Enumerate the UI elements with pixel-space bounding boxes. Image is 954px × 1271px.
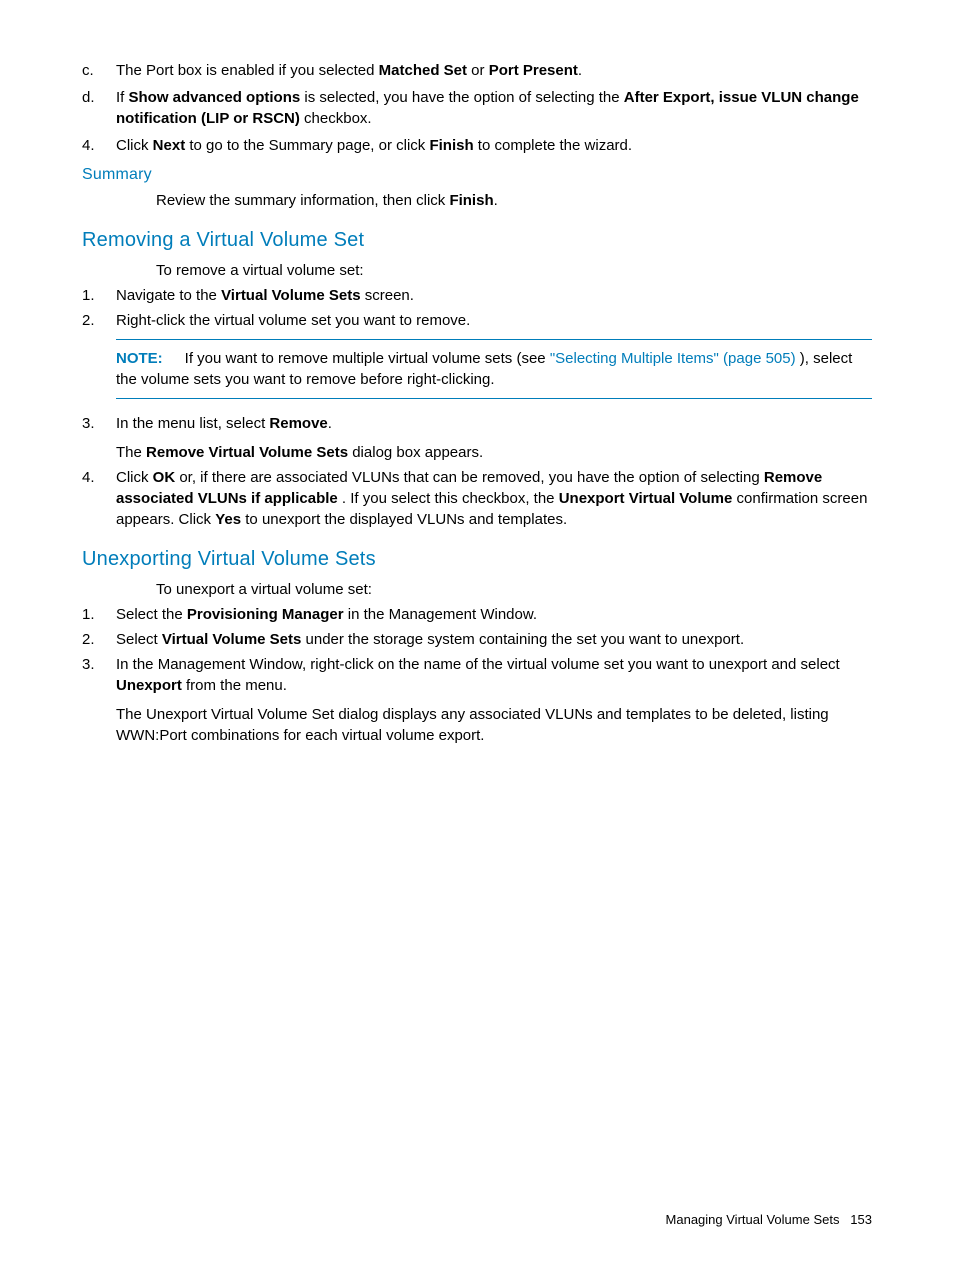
list-marker: d.: [82, 87, 116, 129]
list-item: 4.Click OK or, if there are associated V…: [82, 467, 872, 530]
list-item: 2.Right-click the virtual volume set you…: [82, 310, 872, 409]
list-marker: 3.: [82, 654, 116, 746]
summary-text: Review the summary information, then cli…: [156, 190, 872, 211]
cross-reference-link[interactable]: "Selecting Multiple Items" (page 505): [550, 350, 796, 367]
bold-text: Show advanced options: [129, 89, 301, 106]
list-content: Click OK or, if there are associated VLU…: [116, 467, 872, 530]
list-content: Right-click the virtual volume set you w…: [116, 310, 872, 409]
list-marker: 1.: [82, 604, 116, 625]
bold-text: Port Present: [489, 62, 578, 79]
list-content: In the Management Window, right-click on…: [116, 654, 872, 746]
bold-text: OK: [153, 469, 176, 486]
heading-removing: Removing a Virtual Volume Set: [82, 229, 872, 252]
bold-text: Finish: [449, 192, 493, 209]
heading-unexporting: Unexporting Virtual Volume Sets: [82, 548, 872, 571]
bold-text: Remove Virtual Volume Sets: [146, 444, 348, 461]
list-item: 2.Select Virtual Volume Sets under the s…: [82, 629, 872, 650]
footer-section: Managing Virtual Volume Sets: [666, 1212, 840, 1227]
list-content: If Show advanced options is selected, yo…: [116, 87, 872, 129]
list-content: Select Virtual Volume Sets under the sto…: [116, 629, 872, 650]
list-content: The Port box is enabled if you selected …: [116, 60, 872, 81]
heading-summary: Summary: [82, 166, 872, 184]
list-content: Navigate to the Virtual Volume Sets scre…: [116, 285, 872, 306]
bold-text: Provisioning Manager: [187, 606, 344, 623]
list-content: Select the Provisioning Manager in the M…: [116, 604, 872, 625]
list-marker: 4.: [82, 135, 116, 156]
note-box: NOTE:If you want to remove multiple virt…: [116, 339, 872, 399]
list-marker: 2.: [82, 629, 116, 650]
bold-text: Virtual Volume Sets: [221, 287, 361, 304]
list-item: 3.In the menu list, select Remove.The Re…: [82, 413, 872, 463]
list-item: c.The Port box is enabled if you selecte…: [82, 60, 872, 81]
list-content: Click Next to go to the Summary page, or…: [116, 135, 872, 156]
list-item: 1.Navigate to the Virtual Volume Sets sc…: [82, 285, 872, 306]
removing-intro: To remove a virtual volume set:: [156, 260, 872, 281]
num-list-top: 4. Click Next to go to the Summary page,…: [82, 135, 872, 156]
unexporting-list: 1.Select the Provisioning Manager in the…: [82, 604, 872, 746]
bold-text: Unexport: [116, 677, 182, 694]
bold-text: Remove: [269, 415, 327, 432]
list-marker: c.: [82, 60, 116, 81]
note-label: NOTE:: [116, 350, 185, 367]
list-marker: 4.: [82, 467, 116, 530]
page-content: c.The Port box is enabled if you selecte…: [0, 0, 954, 746]
list-content: In the menu list, select Remove.The Remo…: [116, 413, 872, 463]
list-item: 3.In the Management Window, right-click …: [82, 654, 872, 746]
list-item: d.If Show advanced options is selected, …: [82, 87, 872, 129]
bold-text: Yes: [215, 511, 241, 528]
bold-text: Next: [153, 137, 186, 154]
list-item: 1.Select the Provisioning Manager in the…: [82, 604, 872, 625]
bold-text: Virtual Volume Sets: [162, 631, 302, 648]
list-marker: 1.: [82, 285, 116, 306]
bold-text: Finish: [429, 137, 473, 154]
list-marker: 2.: [82, 310, 116, 409]
list-item: 4. Click Next to go to the Summary page,…: [82, 135, 872, 156]
bold-text: Unexport Virtual Volume: [559, 490, 733, 507]
sub-list-alpha: c.The Port box is enabled if you selecte…: [82, 60, 872, 129]
bold-text: Matched Set: [379, 62, 467, 79]
page-footer: Managing Virtual Volume Sets 153: [666, 1212, 872, 1227]
removing-list: 1.Navigate to the Virtual Volume Sets sc…: [82, 285, 872, 530]
footer-page-number: 153: [850, 1212, 872, 1227]
list-marker: 3.: [82, 413, 116, 463]
unexporting-intro: To unexport a virtual volume set:: [156, 579, 872, 600]
